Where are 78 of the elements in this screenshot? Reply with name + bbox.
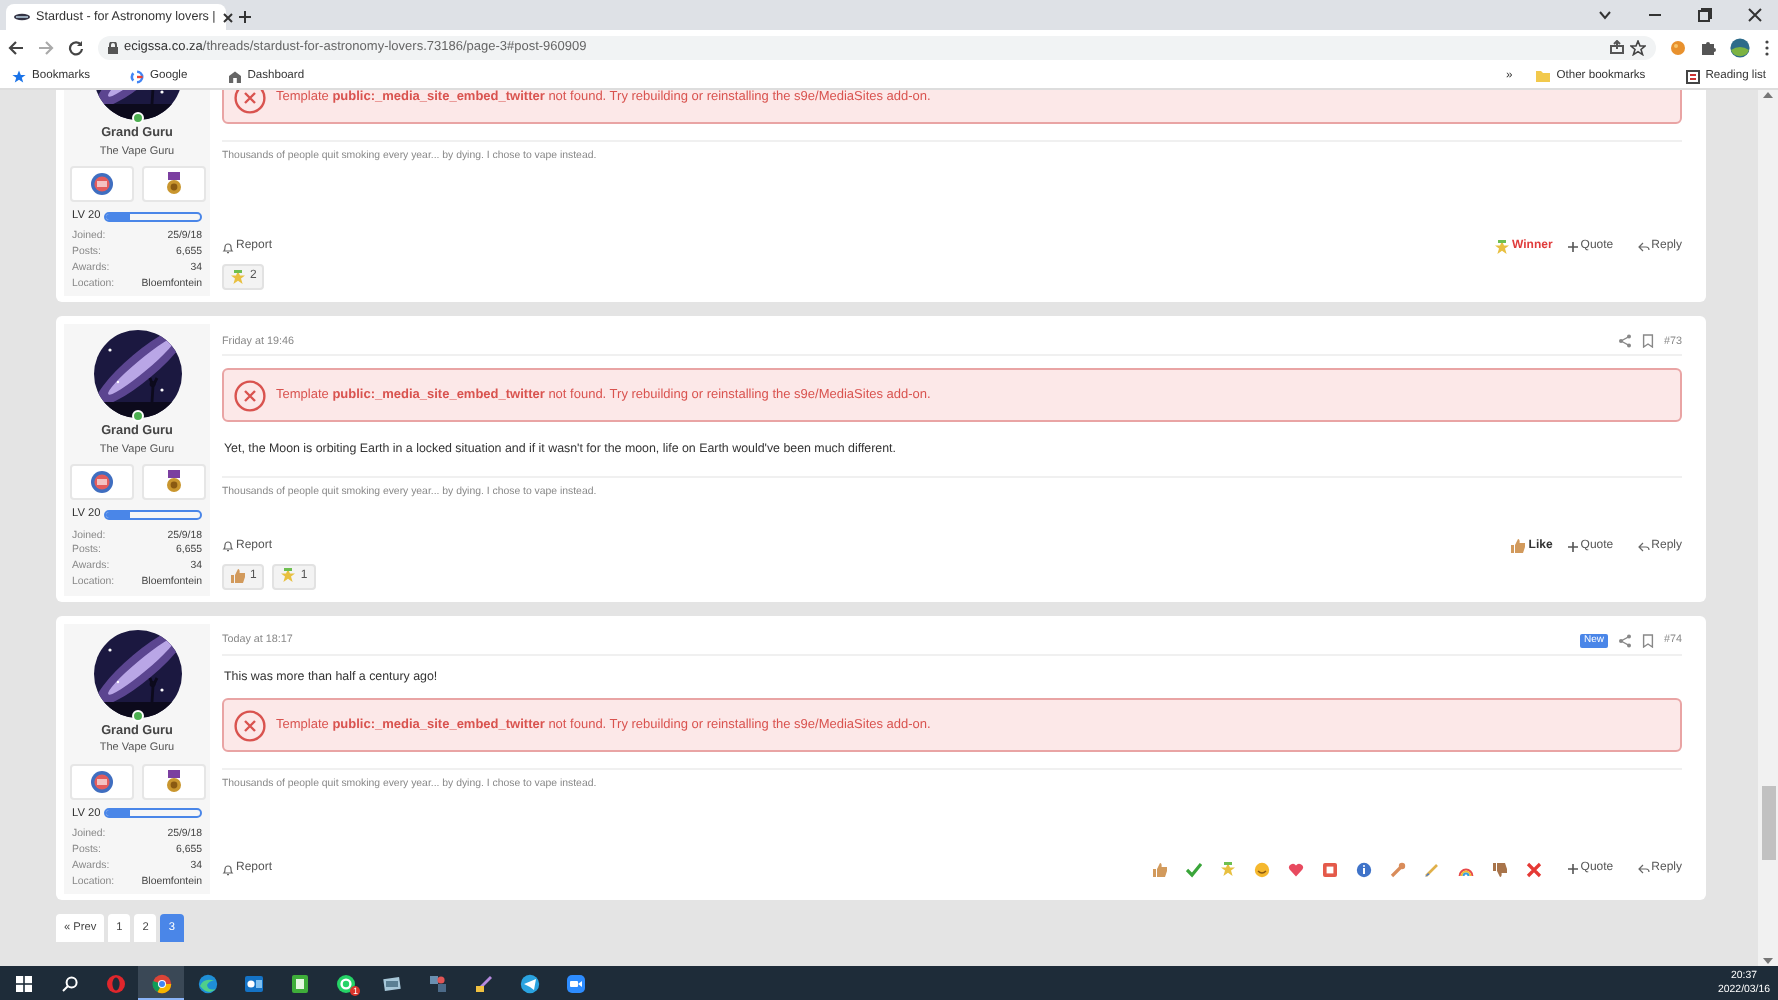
bookmark-icon[interactable] [1642,334,1654,349]
windows-icon [15,975,31,991]
folder-icon [1536,70,1551,82]
share-icon[interactable] [1618,633,1632,648]
bookmark-icon[interactable] [1642,633,1654,648]
app-icon [565,973,585,993]
reply-icon [1637,242,1650,253]
medal-icon [161,470,185,495]
app-icon [335,973,355,993]
reply-icon [1637,541,1650,552]
award-tile[interactable] [141,763,205,800]
app-icon [381,973,401,993]
plus-icon [1568,541,1579,552]
thumbs-down-icon[interactable] [1492,861,1509,878]
app-icon [243,973,263,993]
scroll-thumb[interactable] [1761,786,1775,860]
badge-icon [89,470,113,495]
thumbs-up-icon [1510,538,1527,555]
trophy-figure-icon [1494,239,1511,256]
lock-icon [108,41,118,53]
error-icon [234,90,266,113]
badge-icon [89,769,113,794]
back-icon[interactable] [8,39,24,55]
error-icon [234,709,266,742]
plus-icon [1568,242,1579,253]
heart-icon[interactable] [1288,861,1305,878]
app-icon [473,973,493,993]
menu-icon[interactable] [1764,39,1770,55]
puzzle-icon[interactable] [1700,39,1716,55]
bell-icon [222,863,234,876]
thumbs-up-icon [230,568,246,585]
award-tile[interactable] [141,464,205,501]
building-icon [227,69,242,83]
award-tile[interactable] [69,763,133,800]
logo-icon [130,69,144,83]
profile-icon[interactable] [1730,37,1750,57]
award-tile[interactable] [69,165,133,202]
thumbs-up-icon[interactable] [1152,861,1169,878]
cross-icon[interactable] [1526,861,1543,878]
reply-icon [1637,864,1650,875]
info-icon[interactable] [1356,861,1373,878]
award-tile[interactable] [141,165,205,202]
emoji-icon[interactable] [1254,861,1271,878]
reload-icon[interactable] [68,39,84,55]
medal-icon [161,171,185,196]
star-icon [12,69,26,83]
close-icon[interactable] [221,11,234,23]
medal-icon [161,769,185,794]
maximize-icon[interactable] [1698,8,1712,22]
plus-icon [1568,864,1579,875]
wrench-icon[interactable] [1390,861,1407,878]
bookmark-star-icon[interactable] [1630,39,1646,55]
search-icon [61,975,77,991]
award-tile[interactable] [69,464,133,501]
square-icon[interactable] [1322,861,1339,878]
new-tab-icon[interactable] [238,10,252,24]
bell-icon [222,241,234,254]
app-icon [197,973,217,993]
chevron-down-icon[interactable] [1598,10,1612,20]
app-icon [105,973,125,993]
error-icon [234,379,266,412]
favicon-icon [14,12,30,22]
check-icon[interactable] [1186,861,1203,878]
app-icon [289,973,309,993]
share-icon[interactable] [1610,40,1624,54]
trophy-figure-icon [230,269,246,286]
minimize-icon[interactable] [1648,8,1662,22]
close-icon[interactable] [1748,8,1762,22]
app-icon [519,973,539,993]
reading-list-icon [1685,69,1700,83]
share-icon[interactable] [1618,334,1632,349]
scroll-up-icon[interactable] [1762,90,1774,100]
trophy-figure-icon [280,568,297,585]
app-icon [151,973,171,993]
badge-icon [89,171,113,196]
bell-icon [222,540,234,553]
app-icon [427,973,447,993]
scrollbar[interactable] [1758,90,1778,966]
